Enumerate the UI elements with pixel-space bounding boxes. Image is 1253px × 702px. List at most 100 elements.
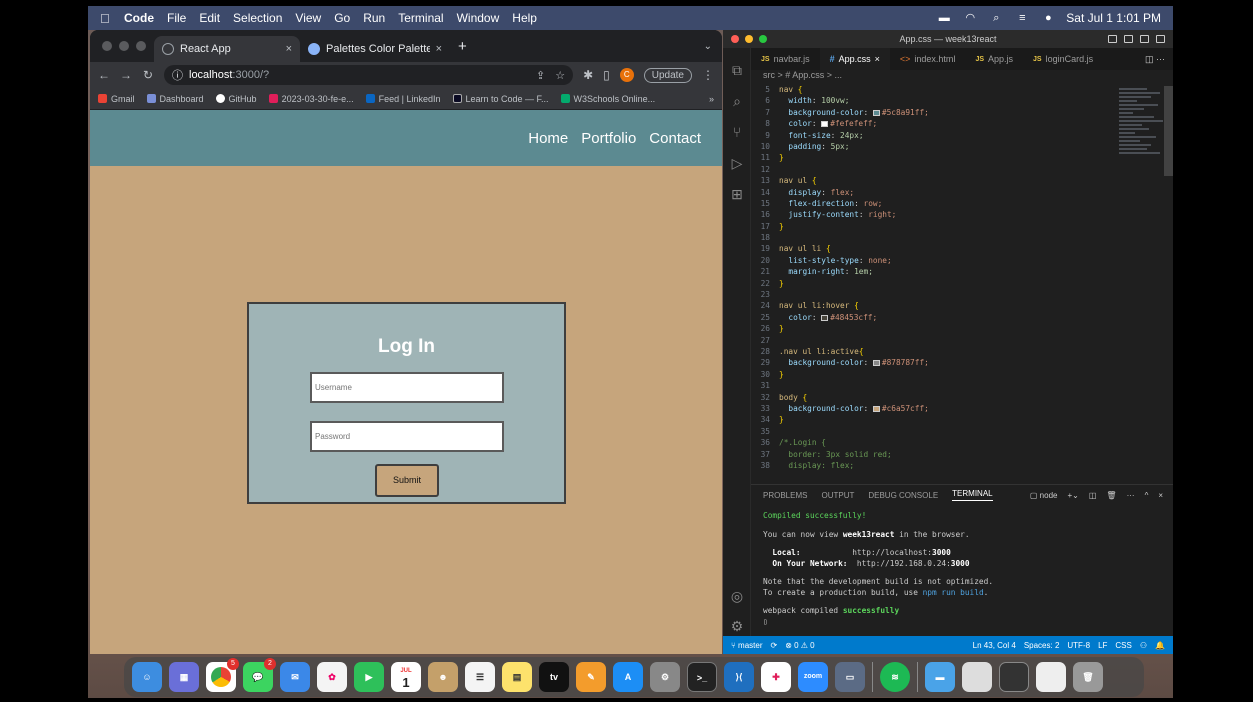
code-line[interactable]: 9 font-size: 24px; bbox=[751, 130, 1173, 141]
screen-sharing-icon[interactable]: ▭ bbox=[835, 662, 865, 692]
vscode-icon[interactable]: ⟩⟨ bbox=[724, 662, 754, 692]
accounts-icon[interactable]: ⚇ bbox=[1140, 641, 1147, 650]
code-line[interactable]: 32 body { bbox=[751, 392, 1173, 403]
nav-home-link[interactable]: Home bbox=[528, 130, 568, 147]
tab-debug-console[interactable]: DEBUG CONSOLE bbox=[868, 491, 938, 500]
bookmark-linkedin[interactable]: Feed | LinkedIn bbox=[365, 94, 441, 104]
code-line[interactable]: 22} bbox=[751, 278, 1173, 289]
wifi-icon[interactable]: ◠ bbox=[962, 13, 978, 24]
menu-selection[interactable]: Selection bbox=[233, 11, 282, 25]
update-button[interactable]: Update bbox=[643, 67, 692, 83]
sync-icon[interactable]: ⟳ bbox=[770, 641, 777, 650]
tab-close-icon[interactable]: × bbox=[436, 43, 442, 55]
menu-file[interactable]: File bbox=[167, 11, 186, 25]
minimize-window-button[interactable] bbox=[119, 41, 129, 51]
bookmark-star-icon[interactable]: ☆ bbox=[555, 69, 565, 82]
code-line[interactable]: 27 bbox=[751, 335, 1173, 346]
nav-portfolio-link[interactable]: Portfolio bbox=[581, 130, 636, 147]
back-icon[interactable]: ← bbox=[98, 68, 110, 82]
downloads-folder-icon[interactable]: ▬ bbox=[925, 662, 955, 692]
code-line[interactable]: 8 color: #fefefeff; bbox=[751, 118, 1173, 129]
calendar-icon[interactable]: JUL 1 bbox=[391, 662, 421, 692]
code-line[interactable]: 14 display: flex; bbox=[751, 187, 1173, 198]
spotify-icon[interactable]: ≋ bbox=[880, 662, 910, 692]
encoding[interactable]: UTF-8 bbox=[1067, 641, 1090, 650]
code-line[interactable]: 7 background-color: #5c8a91ff; bbox=[751, 107, 1173, 118]
code-line[interactable]: 12 bbox=[751, 164, 1173, 175]
code-line[interactable]: 33 background-color: #c6a57cff; bbox=[751, 403, 1173, 414]
menu-help[interactable]: Help bbox=[512, 11, 537, 25]
menu-run[interactable]: Run bbox=[363, 11, 385, 25]
editor-scrollbar[interactable] bbox=[1164, 86, 1173, 176]
code-line[interactable]: 16 justify-content: right; bbox=[751, 209, 1173, 220]
code-line[interactable]: 6 width: 100vw; bbox=[751, 95, 1173, 106]
code-line[interactable]: 10 padding: 5px; bbox=[751, 141, 1173, 152]
tab-index-html[interactable]: <> index.html bbox=[890, 48, 966, 70]
tab-search-icon[interactable]: ⌄ bbox=[704, 41, 712, 52]
bookmarks-more-icon[interactable]: » bbox=[709, 94, 714, 104]
code-line[interactable]: 25 color: #48453cff; bbox=[751, 312, 1173, 323]
run-debug-icon[interactable]: ▷ bbox=[723, 155, 751, 172]
toggle-sidebar-icon[interactable] bbox=[1108, 35, 1117, 43]
zoom-icon[interactable]: zoom bbox=[798, 662, 828, 692]
menu-app-name[interactable]: Code bbox=[124, 11, 154, 25]
sidepanel-icon[interactable]: ▯ bbox=[603, 68, 610, 82]
mail-icon[interactable]: ✉ bbox=[280, 662, 310, 692]
code-line[interactable]: 20 list-style-type: none; bbox=[751, 255, 1173, 266]
more-icon[interactable]: ··· bbox=[1127, 491, 1135, 500]
language-mode[interactable]: CSS bbox=[1115, 641, 1131, 650]
bookmark-gmail[interactable]: Gmail bbox=[98, 94, 135, 104]
file-thumbnail-icon[interactable] bbox=[1036, 662, 1066, 692]
system-settings-icon[interactable]: ⚙ bbox=[650, 662, 680, 692]
tab-problems[interactable]: PROBLEMS bbox=[763, 491, 807, 500]
customize-layout-icon[interactable] bbox=[1156, 35, 1165, 43]
reload-icon[interactable]: ↻ bbox=[142, 68, 154, 82]
code-line[interactable]: 13 nav ul { bbox=[751, 175, 1173, 186]
code-line[interactable]: 38 display: flex; bbox=[751, 460, 1173, 471]
messages-icon[interactable]: 💬 2 bbox=[243, 658, 276, 692]
menu-view[interactable]: View bbox=[295, 11, 321, 25]
tab-app-js[interactable]: JS App.js bbox=[965, 48, 1023, 70]
reminders-icon[interactable]: ☰ bbox=[465, 662, 495, 692]
split-editor-icon[interactable]: ◫ ··· bbox=[1145, 54, 1165, 65]
chrome-icon[interactable]: 5 bbox=[206, 658, 239, 692]
code-line[interactable]: 17} bbox=[751, 221, 1173, 232]
password-input[interactable]: Password bbox=[310, 421, 504, 452]
code-line[interactable]: 5 nav { bbox=[751, 84, 1173, 95]
indentation[interactable]: Spaces: 2 bbox=[1024, 641, 1060, 650]
battery-icon[interactable]: ▬ bbox=[936, 13, 952, 24]
breadcrumb[interactable]: src > # App.css > ... bbox=[751, 70, 1173, 84]
forward-icon[interactable]: → bbox=[120, 68, 132, 82]
menu-window[interactable]: Window bbox=[457, 11, 500, 25]
tab-navbar-js[interactable]: JS navbar.js bbox=[751, 48, 820, 70]
recording-icon[interactable]: ● bbox=[1040, 13, 1056, 24]
code-line[interactable]: 35 bbox=[751, 426, 1173, 437]
code-line[interactable]: 11} bbox=[751, 152, 1173, 163]
slack-icon[interactable]: ✚ bbox=[761, 662, 791, 692]
apple-icon[interactable]:  bbox=[100, 11, 114, 26]
app-store-icon[interactable]: A bbox=[613, 662, 643, 692]
notes-icon[interactable]: ▤ bbox=[502, 662, 532, 692]
share-icon[interactable]: ⇪ bbox=[536, 69, 545, 82]
username-input[interactable]: Username bbox=[310, 372, 504, 403]
split-terminal-icon[interactable]: ◫ bbox=[1089, 491, 1097, 500]
code-line[interactable]: 28 .nav ul li:active{ bbox=[751, 346, 1173, 357]
explorer-icon[interactable]: ⧉ bbox=[723, 62, 751, 79]
code-line[interactable]: 36 /*.Login { bbox=[751, 437, 1173, 448]
control-center-icon[interactable]: ≡ bbox=[1014, 13, 1030, 24]
tab-terminal[interactable]: TERMINAL bbox=[952, 489, 993, 501]
trash-icon[interactable]: 🗑 bbox=[1106, 491, 1116, 500]
avatar[interactable]: C bbox=[619, 68, 634, 82]
trash-icon[interactable]: 🗑 bbox=[1073, 662, 1103, 692]
branch-indicator[interactable]: ⑂ master bbox=[731, 641, 762, 650]
code-line[interactable]: 18 bbox=[751, 232, 1173, 243]
tab-react-app[interactable]: React App × bbox=[154, 36, 300, 62]
tab-close-icon[interactable]: × bbox=[875, 54, 880, 64]
toggle-secondary-sidebar-icon[interactable] bbox=[1140, 35, 1149, 43]
code-line[interactable]: 29 background-color: #878787ff; bbox=[751, 357, 1173, 368]
code-line[interactable]: 21 margin-right: 1em; bbox=[751, 266, 1173, 277]
minimap[interactable] bbox=[1119, 86, 1165, 196]
problems-indicator[interactable]: ⊗ 0 ⚠ 0 bbox=[785, 641, 814, 650]
search-icon[interactable]: ⌕ bbox=[723, 93, 751, 110]
terminal-selector[interactable]: ▢ node bbox=[1030, 491, 1058, 500]
